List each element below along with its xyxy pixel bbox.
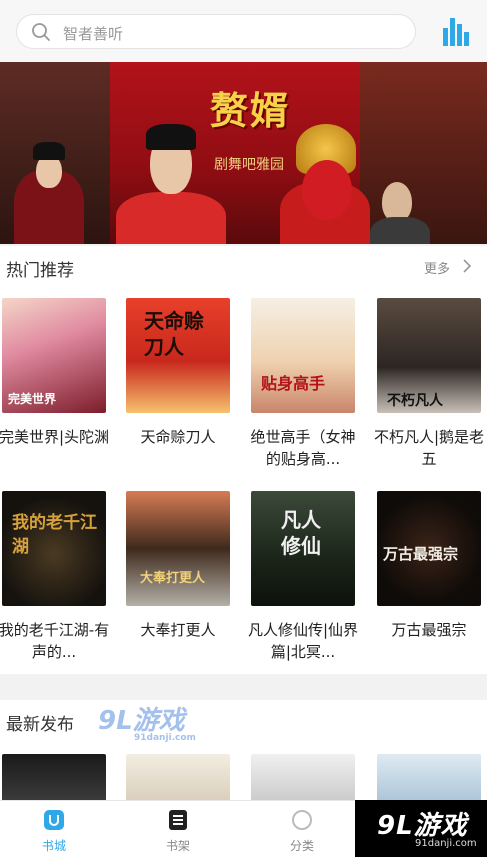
tab-label: 书架: [165, 839, 190, 853]
section-header: 最新发布: [0, 700, 487, 740]
tab-bookshelf[interactable]: 书架: [138, 801, 218, 857]
book-cover[interactable]: 我的老千江湖: [2, 491, 106, 606]
book-title[interactable]: 大奉打更人: [122, 619, 234, 641]
book-cover[interactable]: 完美世界: [2, 298, 106, 413]
bookshelf-icon: [169, 810, 187, 830]
book-title[interactable]: 万古最强宗: [373, 619, 485, 641]
section-title: 最新发布: [6, 715, 74, 735]
site-logo-watermark: 9L游戏 91danji.com: [355, 800, 487, 857]
tab-label: 分类: [289, 839, 314, 853]
book-cover[interactable]: [251, 754, 355, 804]
latest-release-section: 最新发布: [0, 700, 487, 810]
section-header: 热门推荐 更多: [0, 246, 487, 286]
category-icon: [292, 810, 312, 830]
tab-label: 书城: [41, 839, 66, 853]
bookstore-icon: [44, 810, 64, 830]
banner-subtitle: 剧舞吧雅园: [214, 157, 284, 173]
ranking-chart-icon[interactable]: [440, 14, 474, 48]
book-title[interactable]: 凡人修仙传|仙界篇|北冥...: [247, 619, 359, 663]
top-bar: 智者善听: [0, 0, 487, 62]
book-cover[interactable]: 不朽凡人: [377, 298, 481, 413]
banner-right-figure: [360, 62, 487, 244]
book-cover[interactable]: 贴身高手: [251, 298, 355, 413]
book-title[interactable]: 绝世高手（女神的贴身高...: [247, 426, 359, 470]
book-cover[interactable]: [2, 754, 106, 804]
book-title[interactable]: 不朽凡人|鹅是老五: [373, 426, 485, 470]
tab-category[interactable]: 分类: [262, 801, 342, 857]
book-title[interactable]: 我的老千江湖-有声的...: [0, 619, 110, 663]
search-placeholder: 智者善听: [63, 25, 124, 43]
chevron-right-icon[interactable]: [462, 258, 472, 274]
watermark: 9L游戏 91danji.com: [98, 706, 196, 743]
search-input[interactable]: 智者善听: [16, 14, 416, 49]
section-title: 热门推荐: [6, 261, 74, 281]
book-title[interactable]: 天命赊刀人: [122, 426, 234, 448]
book-cover[interactable]: 大奉打更人: [126, 491, 230, 606]
book-cover[interactable]: 万古最强宗: [377, 491, 481, 606]
book-cover[interactable]: 天命赊刀人: [126, 298, 230, 413]
banner-carousel[interactable]: 赘婿 剧舞吧雅园: [0, 62, 487, 244]
book-cover[interactable]: [126, 754, 230, 804]
hot-recommend-section: 热门推荐 更多 完美世界 完美世界|头陀渊 天命赊刀人 天命赊刀人 贴身高手 绝…: [0, 246, 487, 674]
book-cover[interactable]: [377, 754, 481, 804]
banner-title: 赘婿: [210, 88, 291, 133]
search-icon: [32, 23, 50, 41]
more-link[interactable]: 更多: [424, 258, 450, 277]
tab-bookstore[interactable]: 书城: [14, 801, 94, 857]
book-cover[interactable]: 凡人修仙: [251, 491, 355, 606]
book-title[interactable]: 完美世界|头陀渊: [0, 426, 110, 448]
